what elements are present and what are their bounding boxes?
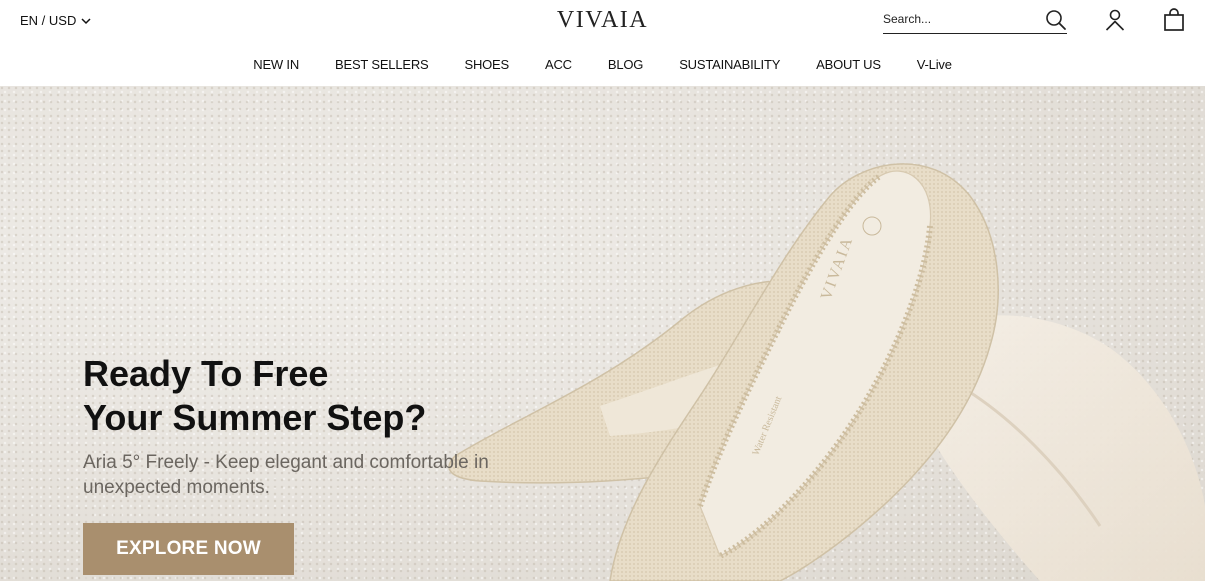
nav-item-best-sellers[interactable]: BEST SELLERS [335, 57, 429, 72]
hero-subline: Aria 5° Freely - Keep elegant and comfor… [83, 452, 489, 498]
nav-item-shoes[interactable]: SHOES [464, 57, 509, 72]
nav-item-about-us[interactable]: ABOUT US [816, 57, 881, 72]
hero-headline: Ready To Free Your Summer Step? [83, 352, 426, 440]
shopping-bag-icon[interactable] [1162, 8, 1186, 32]
search-input[interactable] [883, 12, 1033, 26]
hero-headline-line-1: Ready To Free [83, 353, 329, 394]
nav-item-v-live[interactable]: V-Live [917, 57, 952, 72]
search-icon[interactable] [1045, 9, 1067, 31]
search-box [883, 9, 1067, 34]
hero-product-image[interactable]: VIVAIA Water Resistant [0, 86, 1205, 581]
hero-headline-line-2: Your Summer Step? [83, 397, 427, 438]
nav-item-sustainability[interactable]: SUSTAINABILITY [679, 57, 780, 72]
nav-item-new-in[interactable]: NEW IN [253, 57, 299, 72]
user-icon[interactable] [1103, 8, 1127, 32]
main-nav: NEW IN BEST SELLERS SHOES ACC BLOG SUSTA… [0, 42, 1205, 86]
nav-item-blog[interactable]: BLOG [608, 57, 644, 72]
nav-item-acc[interactable]: ACC [545, 57, 572, 72]
top-bar: EN / USD VIVAIA [0, 0, 1205, 42]
explore-now-button[interactable]: EXPLORE NOW [83, 523, 294, 575]
hero-banner: VIVAIA Water Resistant Ready To Free You… [0, 86, 1205, 581]
